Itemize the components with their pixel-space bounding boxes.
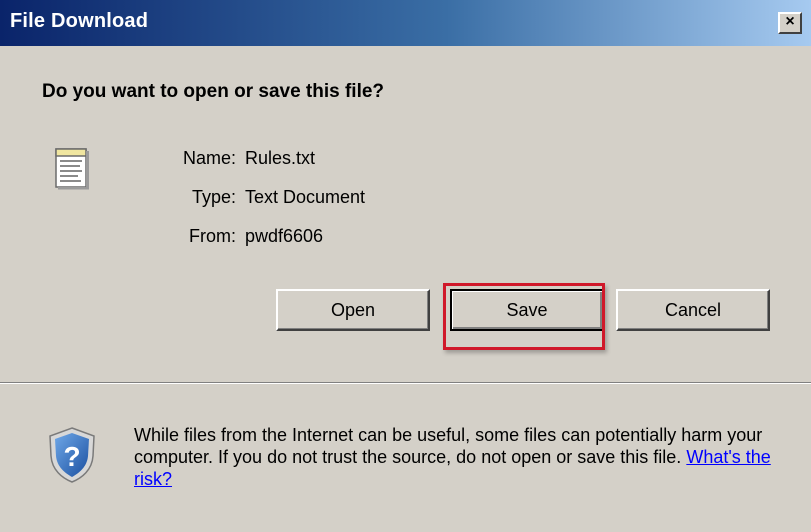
name-value: Rules.txt (245, 148, 316, 168)
svg-text:?: ? (63, 441, 80, 472)
type-value: Text Document (245, 187, 366, 207)
dialog-question: Do you want to open or save this file? (42, 81, 385, 102)
from-label: From: (189, 226, 236, 246)
from-value: pwdf6606 (245, 226, 324, 246)
cancel-button[interactable]: Cancel (616, 289, 770, 331)
window-title: File Download (10, 10, 149, 32)
security-shield-question-icon: ? (49, 427, 95, 483)
close-icon: × (785, 13, 795, 30)
text-document-icon (55, 148, 89, 190)
title-bar[interactable]: File Download × (0, 0, 811, 46)
security-warning: While files from the Internet can be use… (134, 424, 794, 490)
type-label: Type: (191, 187, 236, 207)
save-highlight-box (443, 283, 605, 350)
separator (0, 382, 811, 384)
file-download-dialog: File Download × Do you want to open or s… (0, 0, 811, 532)
name-label: Name: (182, 148, 236, 168)
warning-text: While files from the Internet can be use… (134, 425, 763, 467)
close-button[interactable]: × (778, 12, 802, 34)
open-button[interactable]: Open (276, 289, 430, 331)
